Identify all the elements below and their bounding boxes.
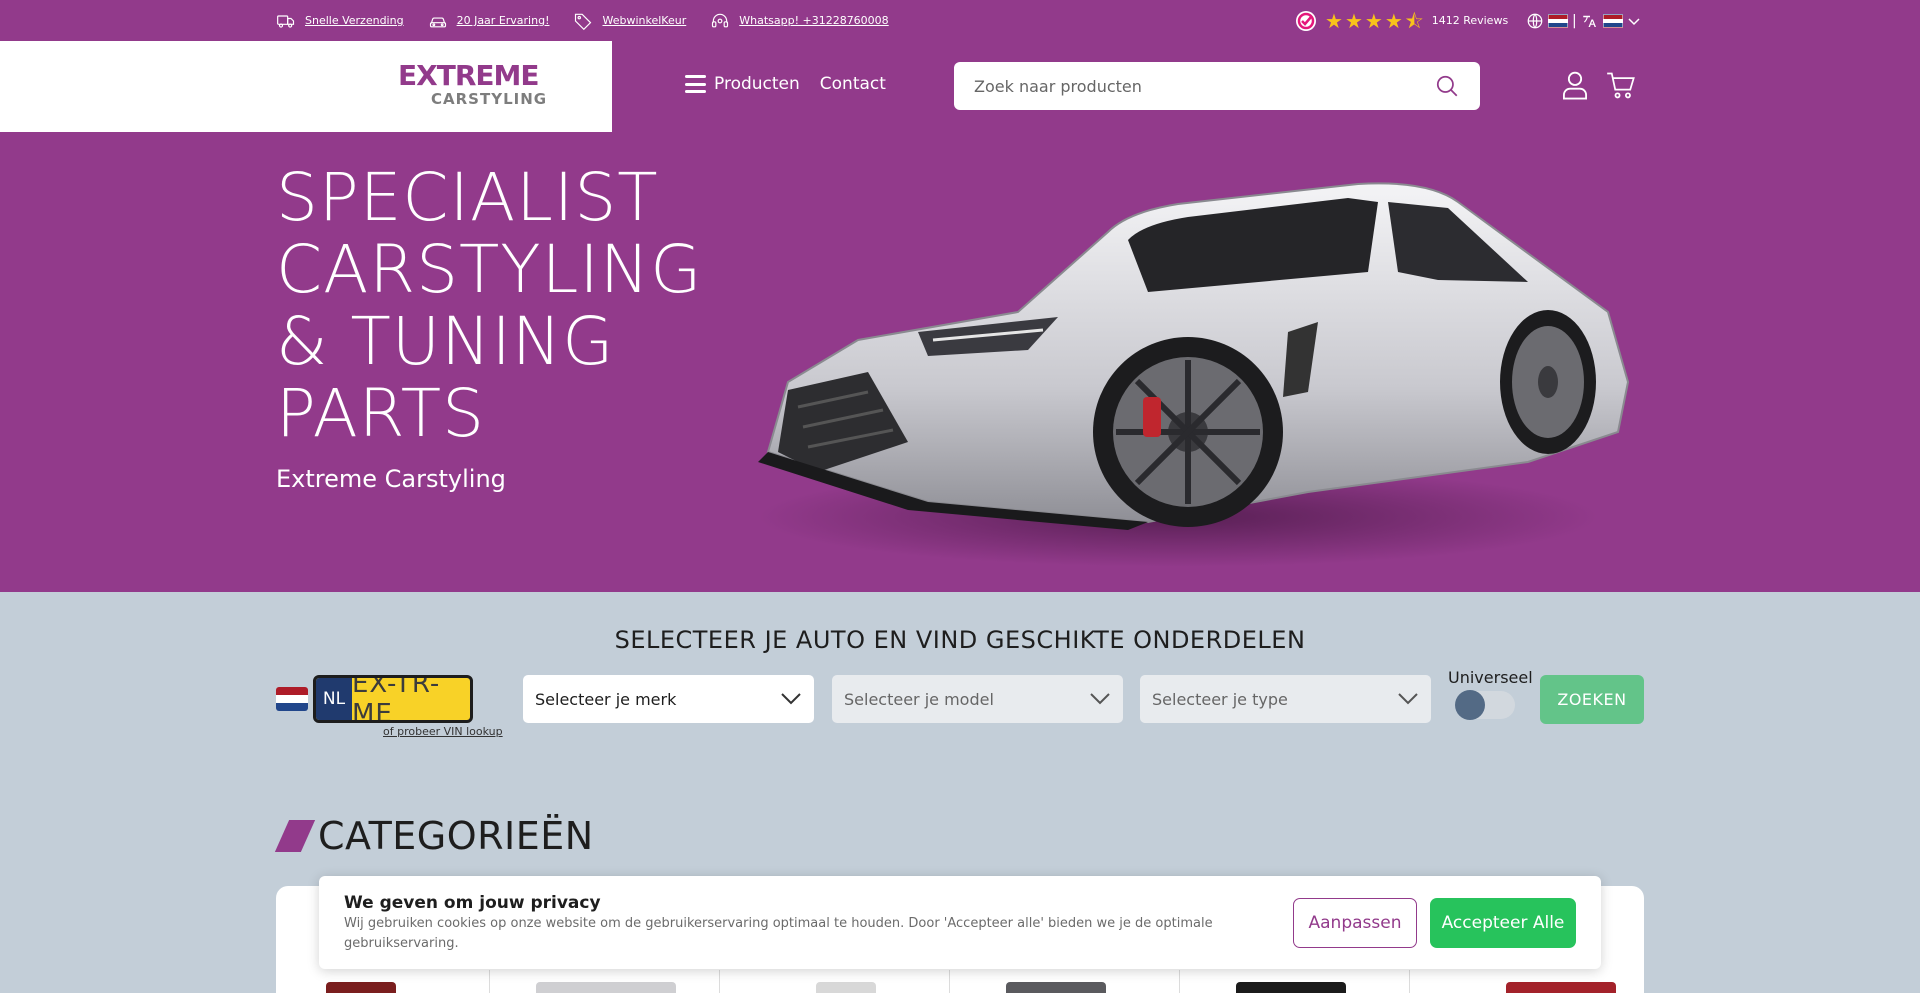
- nl-flag-icon: [1548, 14, 1568, 28]
- language-selector[interactable]: |: [1526, 12, 1641, 30]
- nav-products-label: Producten: [714, 74, 800, 94]
- logo-text-2: CARSTYLING: [431, 90, 548, 108]
- category-card[interactable]: [506, 970, 720, 993]
- hero-title-line: & TUNING: [276, 303, 615, 380]
- cookie-accept-button[interactable]: Accepteer Alle: [1430, 898, 1576, 948]
- cookie-banner: We geven om jouw privacy Wij gebruiken c…: [319, 876, 1601, 969]
- main-header: EXTREME CARSTYLING Producten Contact: [0, 41, 1920, 132]
- usp-label: 20 Jaar Ervaring!: [456, 14, 550, 27]
- nav-contact-label: Contact: [819, 74, 886, 94]
- usp-label: WebwinkelKeur: [602, 14, 687, 27]
- car-icon: [429, 17, 446, 27]
- star-icon: ★: [1325, 8, 1343, 33]
- star-icon: ★: [1344, 8, 1363, 33]
- globe-icon: [1527, 13, 1543, 29]
- half-star-icon: ⯪: [1404, 8, 1424, 33]
- user-icon[interactable]: [1560, 69, 1590, 101]
- category-card[interactable]: [736, 970, 950, 993]
- license-plate-input[interactable]: NL EX-TR-ME: [313, 675, 473, 723]
- divider: |: [1572, 13, 1577, 29]
- usp-whatsapp[interactable]: Whatsapp! +31228760008: [710, 11, 889, 31]
- model-select-label: Selecteer je model: [844, 689, 994, 709]
- vin-lookup-link[interactable]: of probeer VIN lookup: [383, 725, 503, 738]
- usp-webwinkelkeur[interactable]: WebwinkelKeur: [573, 11, 686, 31]
- brand-select[interactable]: Selecteer je merk: [523, 675, 814, 723]
- reviews-widget[interactable]: ★ ★ ★ ★ ⯪ 1412 Reviews: [1295, 0, 1508, 41]
- category-card[interactable]: [276, 970, 490, 993]
- universal-toggle[interactable]: [1455, 690, 1515, 720]
- category-card[interactable]: [1426, 970, 1640, 993]
- header-icons: [1560, 69, 1636, 101]
- car-image: [758, 182, 1630, 567]
- category-image: [536, 982, 676, 993]
- hero-title-line: SPECIALIST: [276, 159, 659, 236]
- usp-shipping[interactable]: Snelle Verzending: [276, 11, 404, 31]
- slash-decoration: [274, 820, 316, 852]
- nav-contact[interactable]: Contact: [820, 74, 886, 94]
- nl-flag-icon: [1602, 14, 1623, 28]
- category-image: [1006, 982, 1106, 993]
- chevron-down-icon: [1398, 693, 1418, 705]
- vehicle-selector-title: SELECTEER JE AUTO EN VIND GESCHIKTE ONDE…: [614, 626, 1306, 654]
- type-select-label: Selecteer je type: [1152, 689, 1288, 709]
- search-input[interactable]: [974, 76, 1434, 96]
- category-image: [1506, 982, 1616, 993]
- top-bar: Snelle Verzending 20 Jaar Ervaring! Webw…: [0, 0, 1920, 41]
- cookie-text: Wij gebruiken cookies op onze website om…: [344, 916, 1213, 951]
- cookie-adjust-button[interactable]: Aanpassen: [1293, 898, 1417, 948]
- model-select[interactable]: Selecteer je model: [832, 675, 1123, 723]
- search-vehicle-button[interactable]: ZOEKEN: [1540, 675, 1644, 724]
- headset-icon: [712, 13, 729, 27]
- category-image: [1236, 982, 1346, 993]
- hero-banner: SPECIALIST CARSTYLING & TUNING PARTS Ext…: [0, 132, 1920, 592]
- menu-icon: [685, 75, 706, 93]
- nl-flag-icon: [276, 687, 308, 711]
- logo-area: EXTREME CARSTYLING: [0, 41, 612, 132]
- hero-title: SPECIALIST CARSTYLING & TUNING PARTS: [276, 162, 702, 450]
- usp-list: Snelle Verzending 20 Jaar Ervaring! Webw…: [276, 0, 889, 41]
- main-nav: Producten Contact: [685, 74, 886, 94]
- plate-country: NL: [316, 678, 352, 720]
- chevron-down-icon: [1628, 18, 1640, 26]
- usp-label: Whatsapp! +31228760008: [739, 14, 889, 27]
- star-icon: ★: [1384, 8, 1403, 33]
- categories-title: CATEGORIEËN: [318, 814, 594, 858]
- chevron-down-icon: [781, 693, 801, 705]
- type-select[interactable]: Selecteer je type: [1140, 675, 1431, 723]
- hero-subtitle: Extreme Carstyling: [276, 465, 506, 493]
- tag-icon: [575, 13, 592, 30]
- hero-title-line: PARTS: [276, 375, 485, 452]
- usp-label: Snelle Verzending: [305, 14, 404, 27]
- star-icon: ★: [1364, 8, 1383, 33]
- kiyoh-logo-icon: [1296, 10, 1316, 31]
- cart-icon[interactable]: [1606, 69, 1636, 101]
- search-bar: [954, 62, 1480, 110]
- universal-label: Universeel: [1448, 668, 1533, 687]
- translate-icon: [1582, 15, 1596, 27]
- rating-stars: ★ ★ ★ ★ ⯪: [1325, 11, 1424, 31]
- category-image: [326, 982, 396, 993]
- nav-products[interactable]: Producten: [685, 74, 800, 94]
- category-card[interactable]: [1196, 970, 1410, 993]
- brand-select-label: Selecteer je merk: [535, 689, 677, 709]
- site-logo[interactable]: EXTREME CARSTYLING: [398, 61, 554, 111]
- vehicle-selector: NL EX-TR-ME of probeer VIN lookup Select…: [276, 668, 1644, 738]
- logo-text-1: EXTREME: [398, 59, 540, 92]
- category-image: [816, 982, 876, 993]
- reviews-count: 1412 Reviews: [1431, 14, 1509, 27]
- chevron-down-icon: [1090, 693, 1110, 705]
- search-icon[interactable]: [1434, 73, 1460, 99]
- category-card[interactable]: [966, 970, 1180, 993]
- toggle-knob: [1455, 690, 1485, 720]
- hero-title-line: CARSTYLING: [276, 231, 703, 308]
- truck-icon: [277, 14, 295, 28]
- usp-experience[interactable]: 20 Jaar Ervaring!: [428, 11, 550, 31]
- categories-heading: CATEGORIEËN: [274, 814, 594, 858]
- plate-number: EX-TR-ME: [352, 675, 441, 723]
- cookie-title: We geven om jouw privacy: [344, 893, 601, 913]
